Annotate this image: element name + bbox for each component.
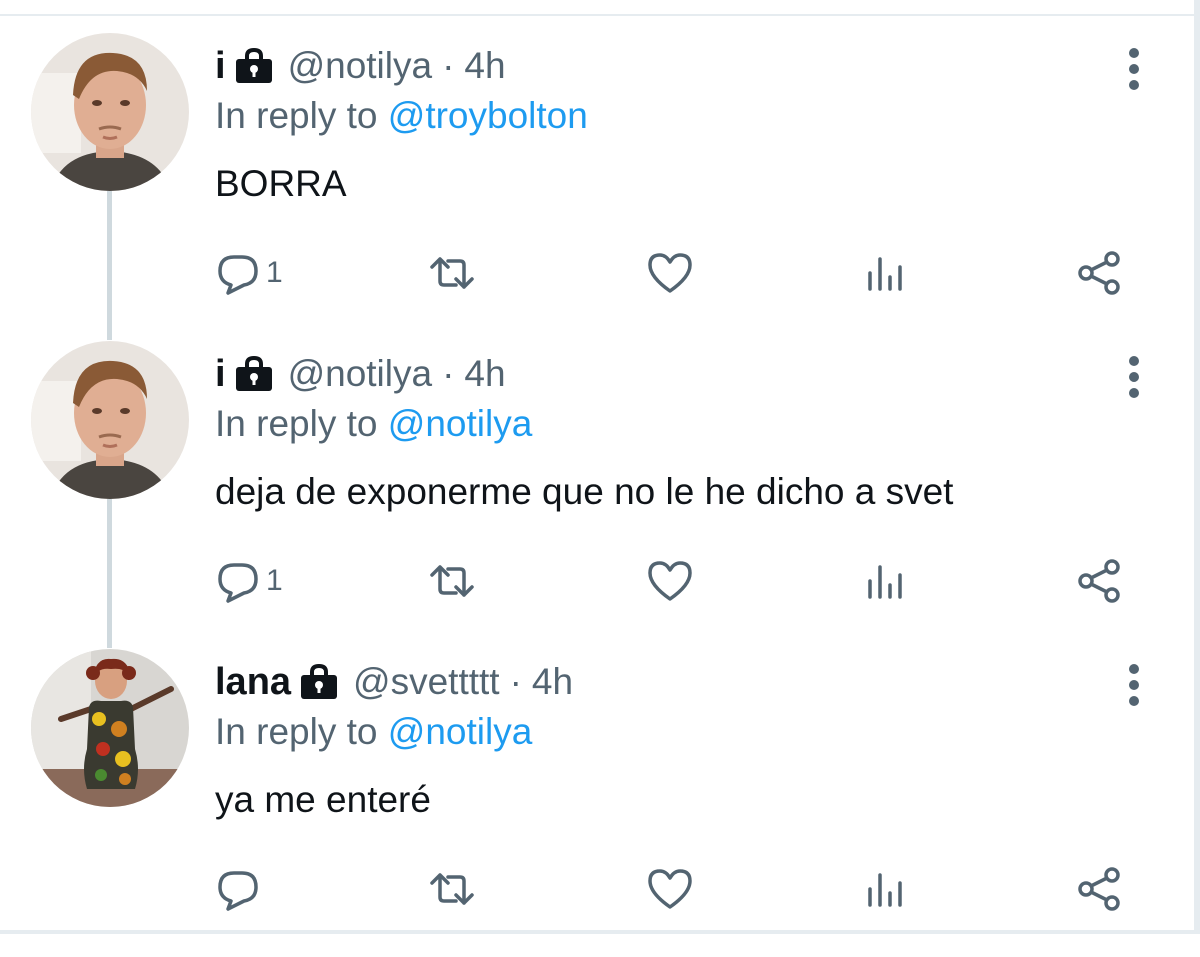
retweet-button[interactable] — [428, 861, 476, 917]
analytics-button[interactable] — [862, 245, 910, 301]
timestamp[interactable]: 4h — [532, 661, 573, 703]
more-vertical-icon[interactable] — [1120, 655, 1148, 719]
share-button[interactable] — [1076, 245, 1124, 301]
reply-button[interactable]: 1 — [214, 553, 283, 609]
share-icon — [1076, 865, 1124, 913]
like-button[interactable] — [646, 245, 694, 301]
reply-to-link[interactable]: @notilya — [388, 403, 533, 444]
reply-icon — [214, 249, 262, 297]
separator: · — [509, 661, 522, 702]
right-divider — [1194, 0, 1200, 934]
reply-icon — [214, 865, 262, 913]
timestamp[interactable]: 4h — [464, 353, 505, 395]
bottom-divider — [0, 930, 1200, 934]
share-icon — [1076, 249, 1124, 297]
separator: · — [442, 353, 455, 394]
reply-context: In reply to @notilya — [215, 403, 532, 445]
reply-button[interactable]: 1 — [214, 245, 283, 301]
separator: · — [442, 45, 455, 86]
tweet[interactable]: i @notilya · 4h In reply to @notilya dej… — [0, 341, 1194, 649]
reply-count: 1 — [266, 256, 283, 289]
tweet-header: i @notilya · 4h — [215, 41, 506, 91]
retweet-icon — [428, 557, 476, 605]
tweet-text: deja de exponerme que no le he dicho a s… — [215, 471, 954, 512]
heart-icon — [646, 865, 694, 913]
reply-button[interactable] — [214, 861, 266, 917]
reply-prefix: In reply to — [215, 403, 378, 444]
avatar[interactable] — [31, 341, 189, 499]
retweet-icon — [428, 865, 476, 913]
reply-prefix: In reply to — [215, 711, 378, 752]
lock-icon — [234, 48, 274, 84]
reply-context: In reply to @troybolton — [215, 95, 588, 137]
avatar[interactable] — [31, 33, 189, 191]
analytics-button[interactable] — [862, 553, 910, 609]
analytics-icon — [862, 865, 910, 913]
retweet-button[interactable] — [428, 553, 476, 609]
lock-icon — [234, 356, 274, 392]
like-button[interactable] — [646, 861, 694, 917]
display-name[interactable]: i — [215, 45, 226, 88]
tweet-text: BORRA — [215, 163, 347, 204]
action-bar: 1 — [0, 553, 1194, 609]
tweet-header: i @notilya · 4h — [215, 349, 506, 399]
analytics-button[interactable] — [862, 861, 910, 917]
tweet-header: lana @svettttt · 4h — [215, 657, 573, 707]
share-button[interactable] — [1076, 861, 1124, 917]
tweet[interactable]: lana @svettttt · 4h In reply to @notilya… — [0, 649, 1194, 957]
analytics-icon — [862, 249, 910, 297]
share-button[interactable] — [1076, 553, 1124, 609]
top-divider — [0, 0, 1200, 16]
more-vertical-icon[interactable] — [1120, 39, 1148, 103]
reply-to-link[interactable]: @notilya — [388, 711, 533, 752]
share-icon — [1076, 557, 1124, 605]
action-bar — [0, 861, 1194, 917]
reply-context: In reply to @notilya — [215, 711, 532, 753]
heart-icon — [646, 557, 694, 605]
retweet-button[interactable] — [428, 245, 476, 301]
action-bar: 1 — [0, 245, 1194, 301]
reply-count: 1 — [266, 564, 283, 597]
heart-icon — [646, 249, 694, 297]
analytics-icon — [862, 557, 910, 605]
tweet[interactable]: i @notilya · 4h In reply to @troybolton … — [0, 33, 1194, 341]
lock-icon — [299, 664, 339, 700]
tweet-text: ya me enteré — [215, 779, 431, 820]
user-handle[interactable]: @svettttt — [353, 661, 500, 703]
retweet-icon — [428, 249, 476, 297]
display-name[interactable]: lana — [215, 661, 291, 704]
avatar[interactable] — [31, 649, 189, 807]
like-button[interactable] — [646, 553, 694, 609]
display-name[interactable]: i — [215, 353, 226, 396]
reply-prefix: In reply to — [215, 95, 378, 136]
user-handle[interactable]: @notilya — [288, 353, 433, 395]
reply-to-link[interactable]: @troybolton — [388, 95, 588, 136]
more-vertical-icon[interactable] — [1120, 347, 1148, 411]
reply-icon — [214, 557, 262, 605]
timestamp[interactable]: 4h — [464, 45, 505, 87]
user-handle[interactable]: @notilya — [288, 45, 433, 87]
